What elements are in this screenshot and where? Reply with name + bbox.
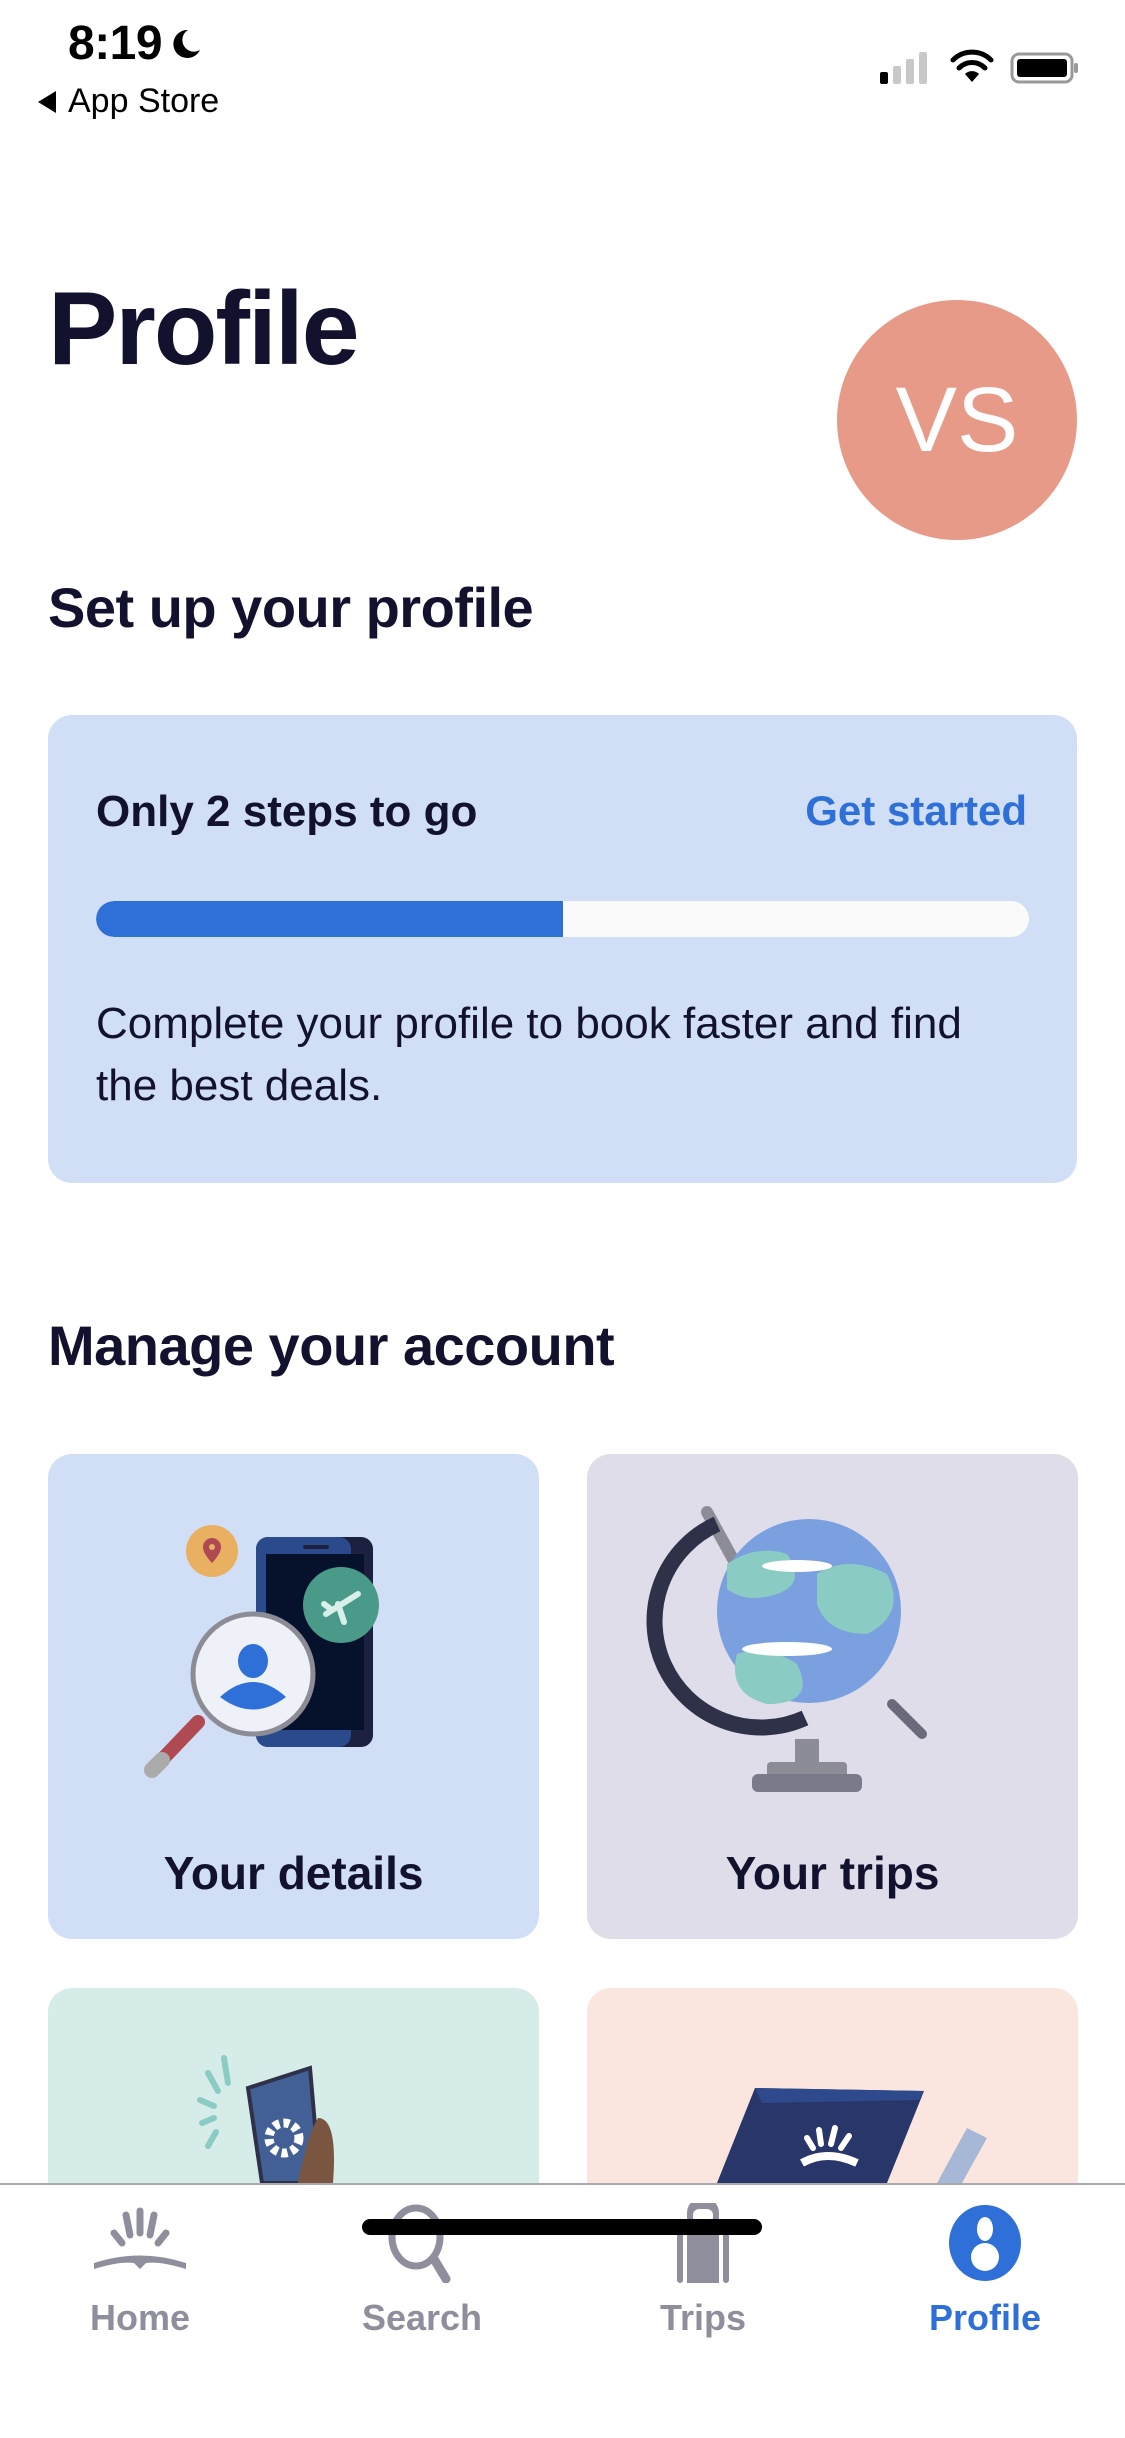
- back-to-app-store[interactable]: App Store: [38, 82, 219, 121]
- avatar-initials: VS: [895, 368, 1019, 471]
- sunrise-home-icon: [94, 2207, 186, 2269]
- tab-label: Trips: [659, 2297, 747, 2338]
- cellular-signal-icon: [880, 52, 927, 84]
- setup-description: Complete your profile to book faster and…: [96, 999, 962, 1110]
- passport-tile[interactable]: [587, 1988, 1078, 2183]
- clock-text: 8:19: [68, 17, 163, 70]
- tile-label: Your details: [163, 1847, 424, 1899]
- avatar[interactable]: VS: [837, 300, 1077, 540]
- settings-tile[interactable]: [48, 1988, 539, 2183]
- search-icon: [388, 2204, 451, 2283]
- profile-icon: [949, 2205, 1021, 2281]
- home-indicator[interactable]: [362, 2219, 762, 2235]
- wifi-icon: [950, 49, 994, 82]
- account-section-title: Manage your account: [48, 1314, 615, 1377]
- status-time: 8:19: [68, 16, 204, 71]
- your-details-tile[interactable]: Your details: [48, 1454, 539, 1939]
- tab-profile[interactable]: Profile: [885, 2203, 1085, 2363]
- get-started-link[interactable]: Get started: [805, 787, 1027, 835]
- luggage-icon: [677, 2203, 729, 2283]
- setup-profile-card: Only 2 steps to go Get started Complete …: [48, 715, 1077, 1183]
- moon-icon: [173, 29, 201, 58]
- passport-book-illustration: [717, 2088, 987, 2183]
- tab-label: Home: [89, 2297, 191, 2338]
- tab-home[interactable]: Home: [40, 2203, 240, 2363]
- page-title: Profile: [48, 271, 360, 387]
- setup-section-title: Set up your profile: [48, 576, 534, 639]
- steps-remaining-text: Only 2 steps to go: [96, 787, 478, 836]
- back-arrow-icon: [38, 90, 56, 113]
- profile-progress-bar: [96, 901, 1029, 937]
- tab-label: Profile: [928, 2297, 1042, 2338]
- tab-label: Search: [361, 2297, 483, 2338]
- back-label: App Store: [68, 82, 220, 120]
- profile-progress-fill: [96, 901, 563, 937]
- tile-label: Your trips: [725, 1847, 940, 1899]
- battery-icon: [1010, 52, 1078, 84]
- your-trips-tile[interactable]: Your trips: [587, 1454, 1078, 1939]
- phone-settings-illustration: [197, 2055, 334, 2183]
